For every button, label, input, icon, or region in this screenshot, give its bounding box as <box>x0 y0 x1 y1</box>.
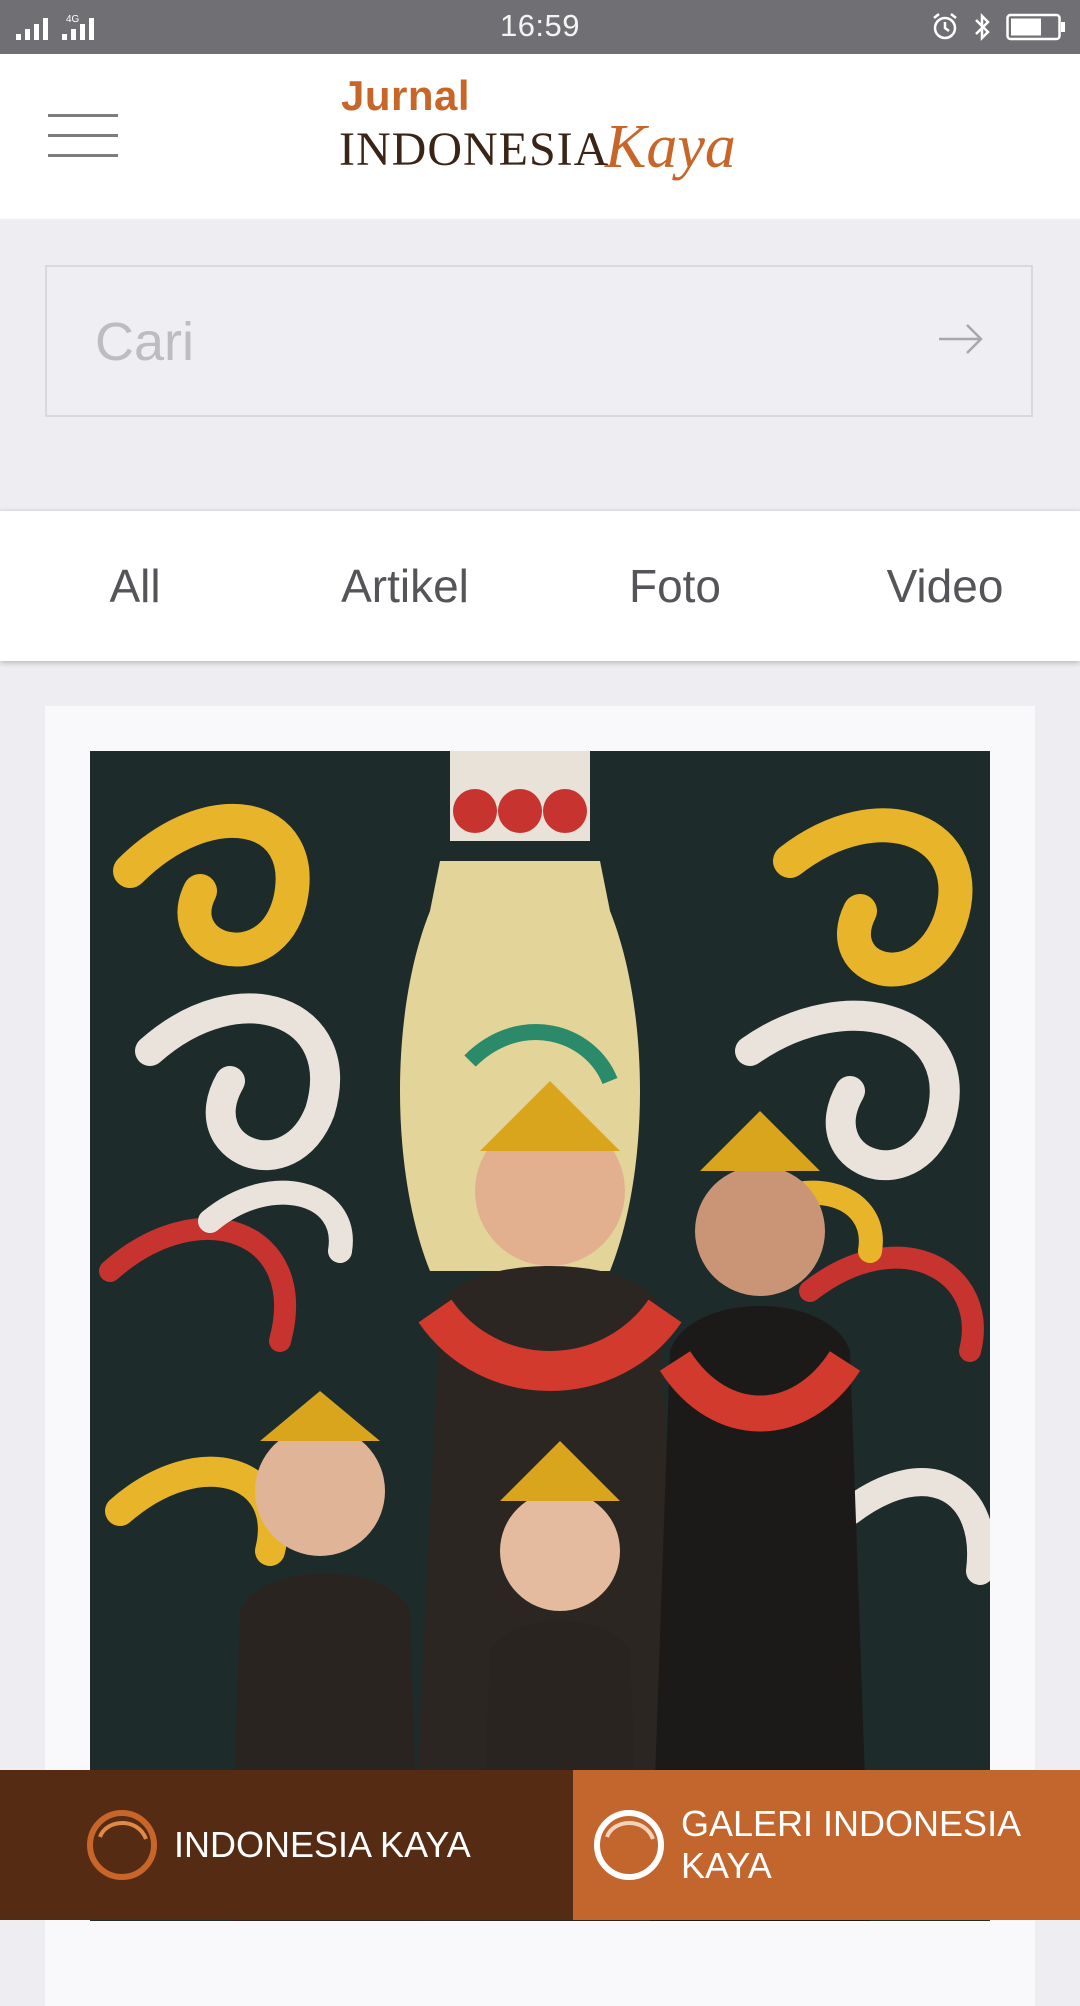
tab-all[interactable]: All <box>0 559 270 613</box>
content-filter-tabs: All Artikel Foto Video <box>0 510 1080 661</box>
status-right-icons <box>930 10 1066 44</box>
menu-line <box>48 114 118 117</box>
bluetooth-icon <box>975 12 990 42</box>
menu-line <box>48 134 118 137</box>
indonesia-kaya-label: INDONESIA KAYA <box>174 1824 471 1865</box>
ring-logo-icon <box>87 1810 157 1880</box>
photo-illustration <box>90 751 990 1921</box>
galeri-indonesia-kaya-button[interactable]: GALERI INDONESIA KAYA <box>573 1770 1080 1920</box>
app-header: Jurnal INDONESIA Kaya <box>0 54 1080 219</box>
ring-logo-icon <box>594 1810 664 1880</box>
search-section <box>0 219 1080 509</box>
battery-icon <box>1006 13 1065 41</box>
gallery-photo[interactable] <box>90 751 990 1921</box>
logo-indonesia-text: INDONESIA <box>339 123 610 176</box>
logo-kaya-text: Kaya <box>605 113 736 181</box>
bottom-navigation: INDONESIA KAYA GALERI INDONESIA KAYA <box>0 1770 1080 1920</box>
galeri-indonesia-kaya-label: GALERI INDONESIA KAYA <box>681 1803 1020 1886</box>
arrow-right-icon[interactable] <box>937 321 985 357</box>
status-bar: 4G 16:59 <box>0 0 1080 54</box>
tab-artikel[interactable]: Artikel <box>270 559 540 613</box>
search-input[interactable] <box>93 311 897 373</box>
tab-video[interactable]: Video <box>810 559 1080 613</box>
app-logo: Jurnal INDONESIA Kaya <box>335 72 775 202</box>
logo-jurnal-text: Jurnal <box>341 72 471 119</box>
indonesia-kaya-button[interactable]: INDONESIA KAYA <box>0 1770 573 1920</box>
search-box <box>45 265 1033 417</box>
alarm-icon <box>933 13 957 40</box>
tab-foto[interactable]: Foto <box>540 559 810 613</box>
status-time: 16:59 <box>499 8 581 43</box>
hamburger-menu-button[interactable] <box>48 114 118 160</box>
menu-line <box>48 154 118 157</box>
